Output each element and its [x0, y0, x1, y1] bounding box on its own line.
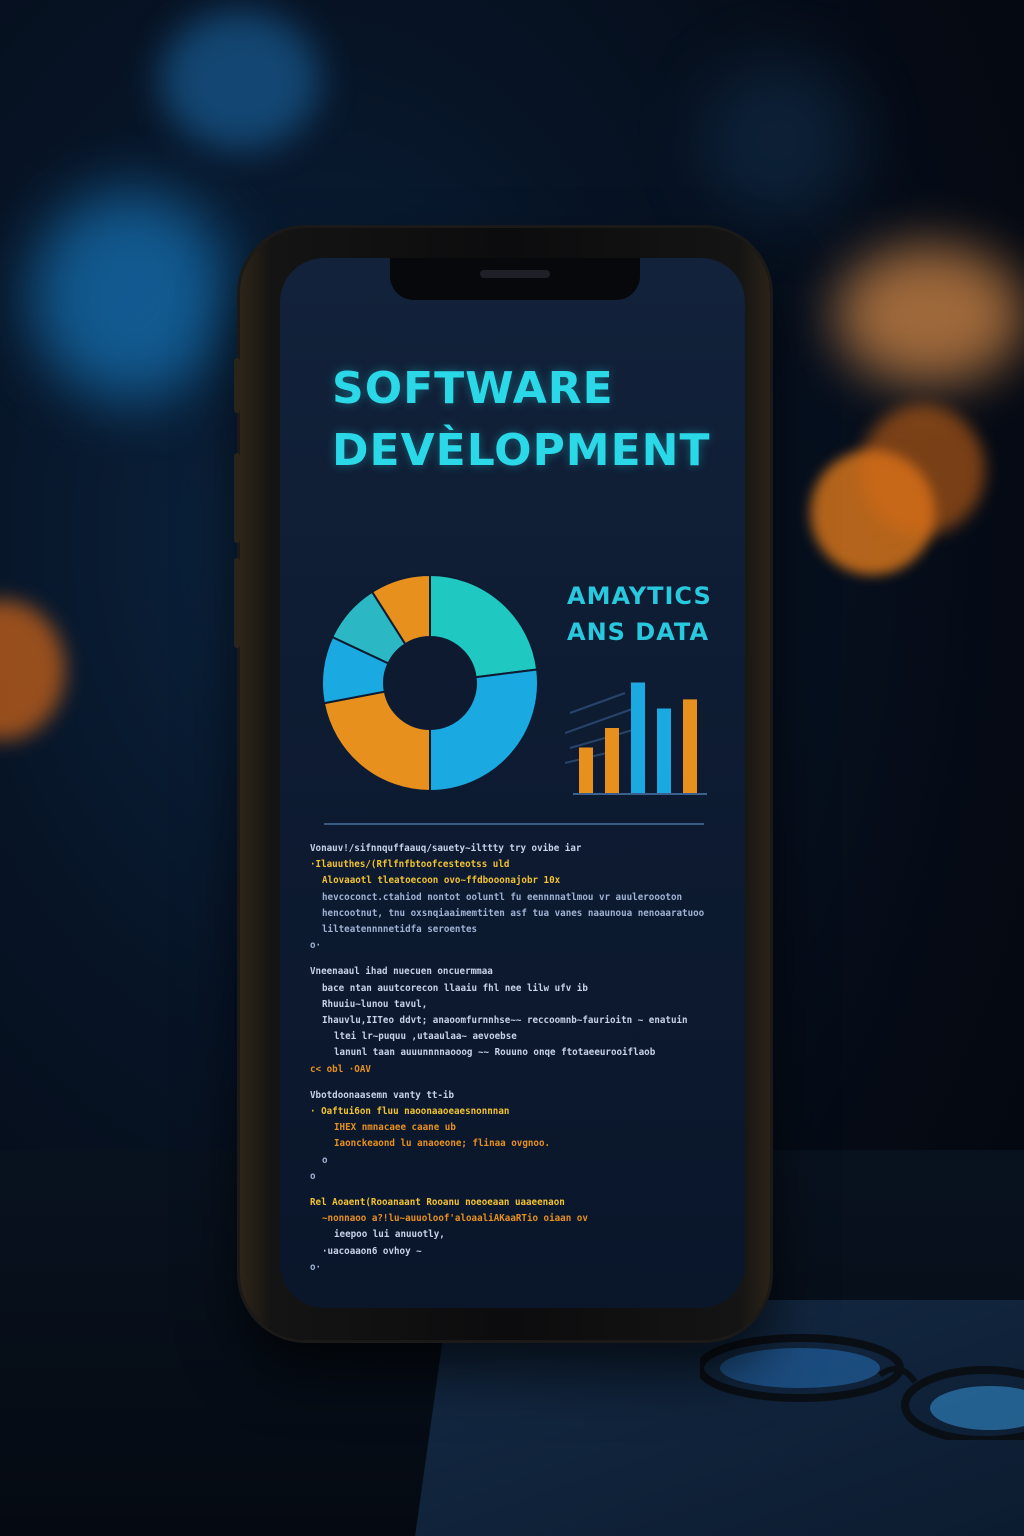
code-line: Ihauvlu,IITeo ddvt; anaoomfurnnhse~~ rec…	[322, 1015, 688, 1026]
bokeh-light	[835, 245, 1024, 385]
analytics-line-1: AMAYTICS	[567, 582, 712, 610]
phone-screen: SOFTWARE DEVÈLOPMENT AMAYTICS ANS DATA V…	[280, 258, 745, 1308]
bokeh-light	[700, 60, 860, 220]
code-line: o	[310, 1170, 316, 1182]
bar-chart	[565, 682, 707, 795]
code-line: o·	[310, 940, 322, 952]
volume-down-button	[234, 558, 240, 648]
code-line: Rhuuiu~lunou tavul,	[322, 998, 428, 1010]
code-line: lanunl taan auuunnnnaooog ~~ Rouuno onqe…	[334, 1047, 656, 1059]
code-line: · Oaftui6on fluu naoonaaoeaesnonnnan	[310, 1106, 510, 1117]
bokeh-light	[160, 10, 320, 150]
volume-up-button	[234, 453, 240, 543]
camera-notch	[390, 258, 640, 300]
title-line-2: DEVÈLOPMENT	[332, 425, 711, 476]
code-line: o·	[310, 1261, 322, 1273]
earpiece-speaker	[480, 270, 550, 278]
mute-switch	[234, 358, 240, 413]
donut-chart	[321, 573, 539, 793]
page-title: SOFTWARE DEVÈLOPMENT	[332, 358, 732, 482]
bar-5	[683, 699, 697, 793]
code-line: ·uacoaaon6 ovhoy ~	[322, 1245, 422, 1257]
code-line: Iaonckeaond lu anaoeone; flinaa ovgnoo.	[334, 1138, 551, 1150]
photo-scene: SOFTWARE DEVÈLOPMENT AMAYTICS ANS DATA V…	[0, 0, 1024, 1536]
bar-1	[579, 747, 593, 793]
bokeh-light	[30, 190, 230, 400]
code-line: Vbotdoonaasemn vanty tt-ib	[310, 1089, 455, 1101]
donut-hole	[384, 637, 476, 729]
code-line: ~nonnaoo a?!lu~auuoloof'aloaaliAKaaRTio …	[322, 1213, 588, 1225]
code-line: Vneenaaul ihad nuecuen oncuermmaa	[310, 966, 493, 978]
analytics-heading: AMAYTICS ANS DATA	[567, 578, 712, 650]
section-divider	[324, 823, 704, 825]
smartphone: SOFTWARE DEVÈLOPMENT AMAYTICS ANS DATA V…	[234, 228, 770, 1340]
bar-2	[605, 728, 619, 793]
eyeglasses	[700, 1334, 1024, 1440]
code-line: lilteatennnnetidfa seroentes	[322, 924, 478, 935]
bokeh-light	[860, 405, 985, 535]
sketch-line	[569, 692, 626, 714]
code-line: bace ntan auutcorecon llaaiu fhl nee lil…	[322, 982, 588, 994]
code-line: Alovaaotl tleatoecoon ovo~ffdbooonajobr …	[322, 875, 561, 887]
bokeh-light	[0, 600, 65, 740]
bar-3	[631, 682, 645, 793]
code-line: ltei lr~puquu ,utaaulaa~ aevoebse	[334, 1031, 517, 1043]
code-line: IHEX nmnacaee caane ub	[334, 1122, 456, 1134]
bar-4	[657, 708, 671, 793]
code-line: c< obl ·OAV	[310, 1063, 371, 1075]
code-line: Rel Aoaent(Rooanaant Rooanu noeoeaan uaa…	[310, 1197, 565, 1208]
code-line: Vonauv!/sifnnquffaauq/sauety~ilttty try …	[310, 843, 582, 854]
analytics-line-2: ANS DATA	[567, 618, 710, 646]
code-line: ·Ilauuthes/(Rflfnfbtoofcesteotss uld	[310, 859, 510, 871]
title-line-1: SOFTWARE	[332, 363, 614, 414]
code-line: ieepoo lui anuuotly,	[334, 1229, 445, 1241]
code-line: hencootnut, tnu oxsnqiaaimemtiten asf tu…	[322, 907, 705, 919]
code-line: o	[322, 1154, 328, 1166]
code-line: hevcoconct.ctahiod nontot ooluntl fu een…	[322, 891, 683, 903]
